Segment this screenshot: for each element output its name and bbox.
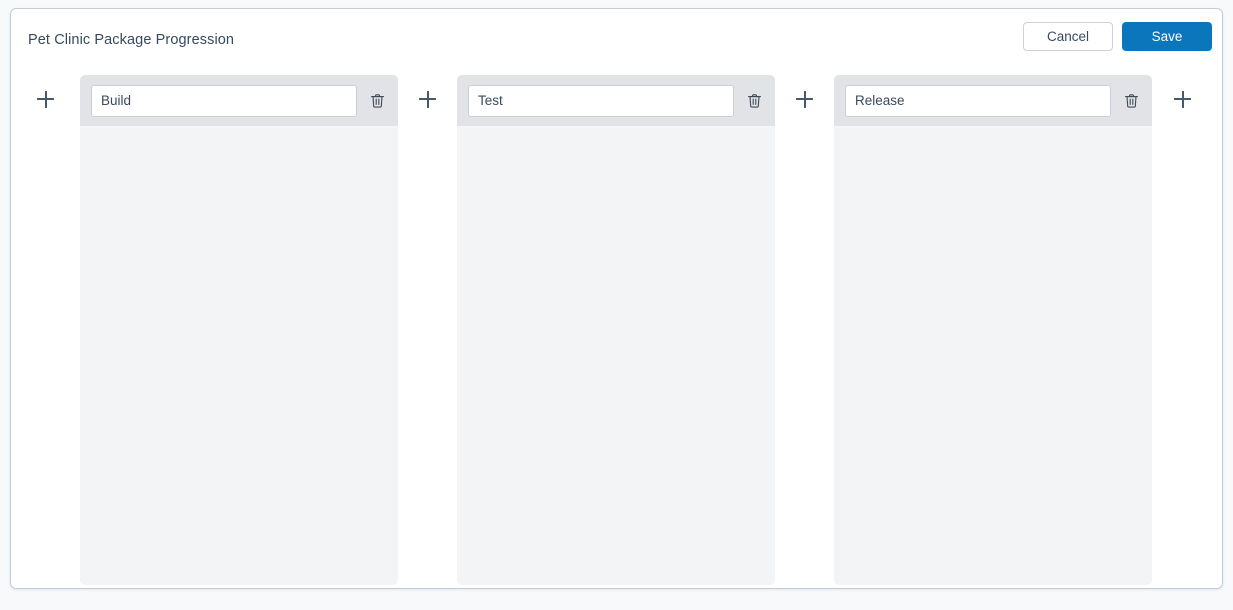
stage-body-2[interactable] bbox=[834, 126, 1152, 585]
plus-icon bbox=[419, 90, 436, 108]
add-stage-button-3[interactable] bbox=[1152, 75, 1213, 123]
add-stage-button-0[interactable] bbox=[11, 75, 80, 123]
stage-name-input-2[interactable] bbox=[845, 84, 1111, 117]
header-actions: Cancel Save bbox=[1023, 22, 1212, 51]
add-stage-button-1[interactable] bbox=[398, 75, 457, 123]
cancel-button[interactable]: Cancel bbox=[1023, 22, 1113, 51]
card-header: Pet Clinic Package Progression Cancel Sa… bbox=[11, 9, 1222, 67]
app-root: Pet Clinic Package Progression Cancel Sa… bbox=[0, 0, 1233, 610]
trash-icon bbox=[1124, 93, 1138, 108]
stage-name-input-1[interactable] bbox=[468, 84, 734, 117]
stage-name-input-0[interactable] bbox=[91, 84, 357, 117]
trash-icon bbox=[747, 93, 761, 108]
stage-board bbox=[11, 67, 1222, 588]
stage-column-build bbox=[80, 75, 398, 585]
stage-column-test bbox=[457, 75, 775, 585]
delete-stage-button-0[interactable] bbox=[365, 87, 389, 115]
package-progression-card: Pet Clinic Package Progression Cancel Sa… bbox=[10, 8, 1223, 589]
stage-column-release bbox=[834, 75, 1152, 585]
plus-icon bbox=[37, 90, 54, 108]
plus-icon bbox=[796, 90, 813, 108]
trash-icon bbox=[370, 93, 384, 108]
stage-header bbox=[834, 75, 1152, 126]
add-stage-button-2[interactable] bbox=[775, 75, 834, 123]
save-button[interactable]: Save bbox=[1122, 22, 1212, 51]
page-title: Pet Clinic Package Progression bbox=[28, 32, 235, 48]
delete-stage-button-2[interactable] bbox=[1119, 87, 1143, 115]
stage-body-0[interactable] bbox=[80, 126, 398, 585]
stage-body-1[interactable] bbox=[457, 126, 775, 585]
stage-header bbox=[457, 75, 775, 126]
plus-icon bbox=[1174, 90, 1191, 108]
stage-header bbox=[80, 75, 398, 126]
delete-stage-button-1[interactable] bbox=[742, 87, 766, 115]
